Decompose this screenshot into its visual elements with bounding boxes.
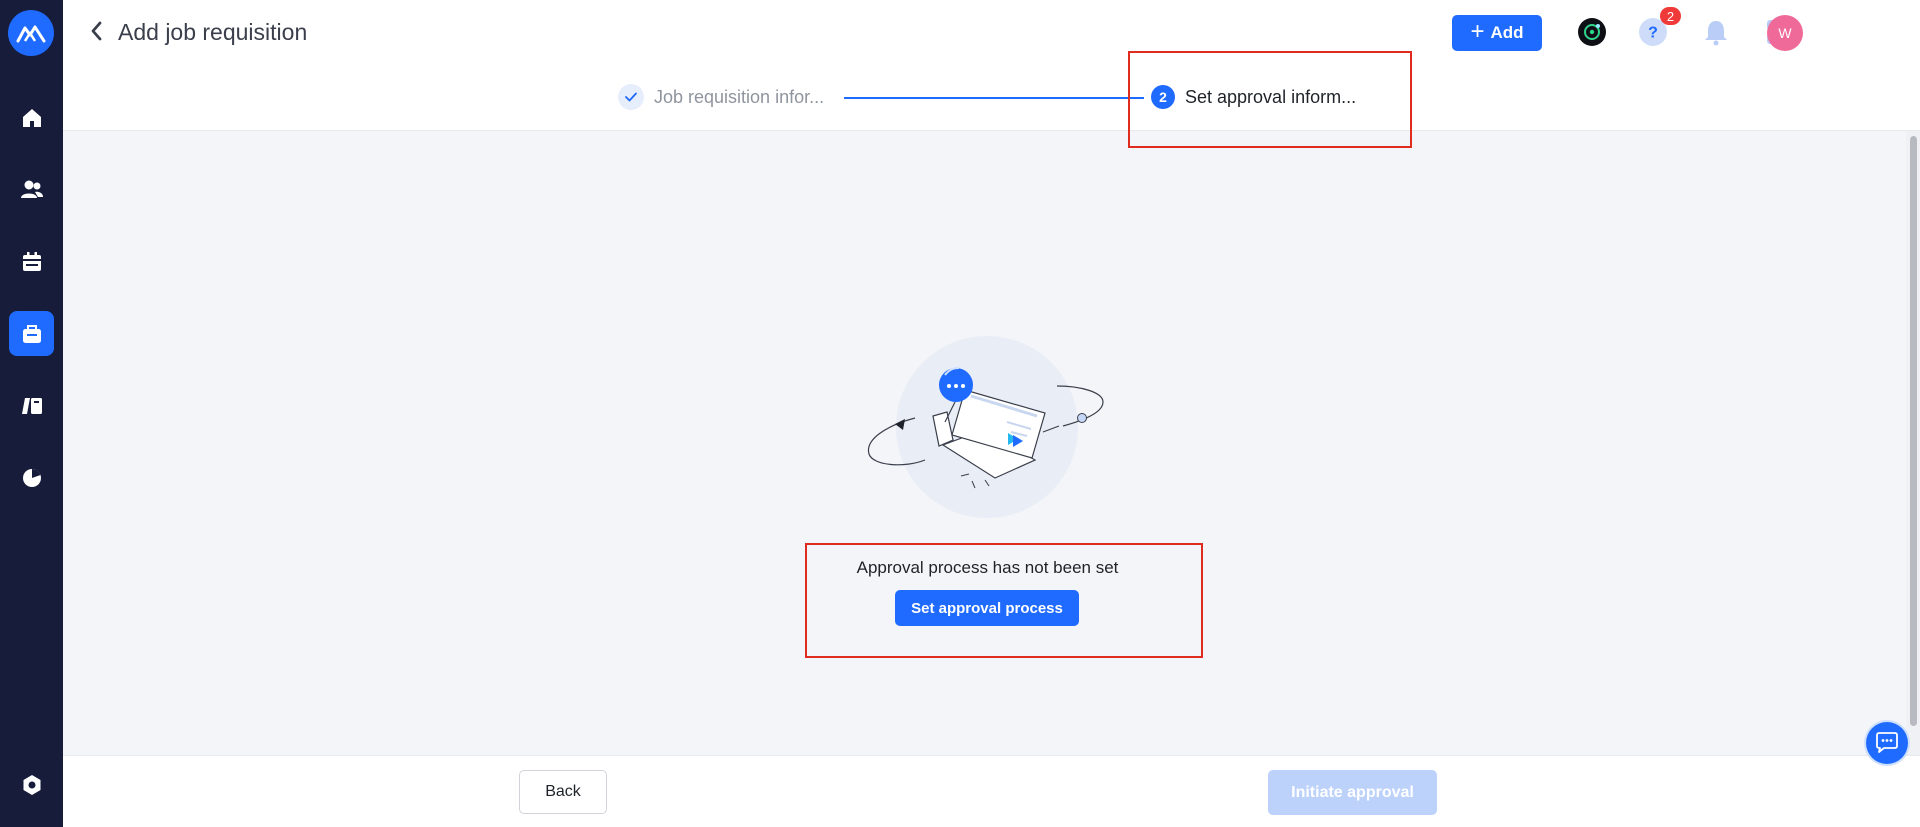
add-button-label: Add [1490,23,1524,42]
calendar-icon [22,251,41,271]
book-icon [21,397,42,414]
settings-icon [23,774,40,795]
sidebar-item-people[interactable] [9,167,54,212]
sidebar-item-calendar[interactable] [9,239,54,284]
back-button[interactable]: Back [519,770,607,814]
bell-icon [1705,21,1727,46]
ai-assistant-button[interactable] [1577,17,1607,47]
sidebar-item-home[interactable] [9,95,54,140]
briefcase-icon [22,324,41,343]
page-footer [63,755,1920,827]
page-title: Add job requisition [118,19,308,45]
add-button[interactable]: + Add [1452,15,1542,51]
sidebar-item-reports[interactable] [9,455,54,500]
notification-badge: 2 [1660,7,1681,25]
annotation-box-stepper [1128,51,1412,148]
sidebar-item-jobs[interactable] [9,311,54,356]
sidebar-item-library[interactable] [9,383,54,428]
step-1-check-icon [618,84,644,110]
ai-assistant-icon [1578,18,1606,46]
chevron-left-icon [91,21,102,41]
page-header: Add job requisition + Add ? Job requisit… [63,0,1920,131]
logo-mountain-icon [16,25,46,43]
initiate-approval-button[interactable]: Initiate approval [1268,770,1437,815]
scrollbar-thumb[interactable] [1910,136,1917,726]
chat-support-button[interactable] [1866,722,1908,764]
plus-icon: + [1470,18,1485,45]
svg-text:?: ? [1648,25,1658,42]
app-logo[interactable] [8,10,54,56]
people-icon [20,180,43,198]
back-arrow-button[interactable] [85,18,107,44]
home-icon [22,108,41,127]
set-approval-process-button[interactable]: Set approval process [895,590,1079,626]
pie-chart-icon [22,468,41,487]
step-1-label[interactable]: Job requisition infor... [654,86,824,108]
notifications-button[interactable] [1701,17,1731,47]
user-avatar[interactable]: W [1767,15,1803,51]
empty-state-illustration [865,330,1105,520]
empty-state-message: Approval process has not been set [856,558,1119,577]
sidebar-item-settings[interactable] [9,762,54,807]
chat-bubble-icon [1876,732,1898,753]
sidebar [0,0,63,827]
step-connector [844,97,1144,99]
